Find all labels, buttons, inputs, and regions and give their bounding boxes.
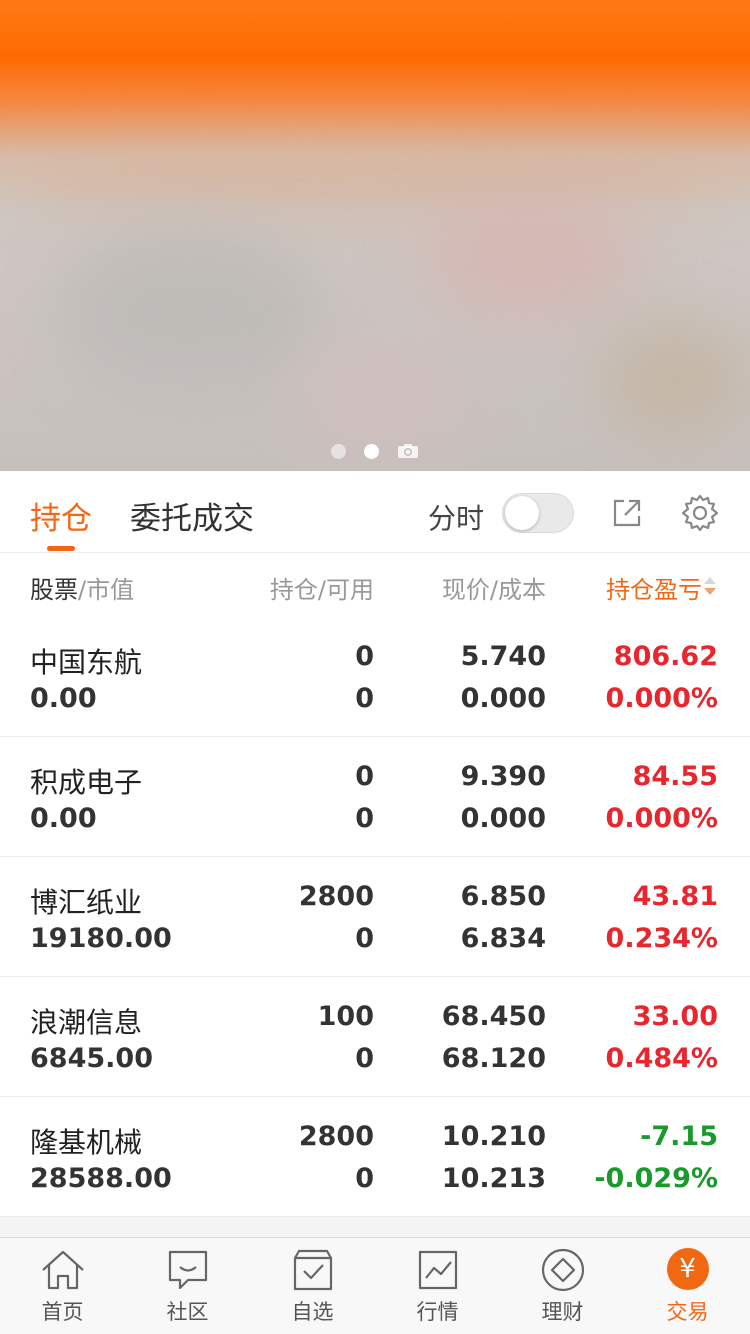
header-price: 现价/成本 bbox=[441, 576, 546, 604]
header-profit-loss[interactable]: 持仓盈亏 bbox=[606, 570, 702, 605]
current-price: 6.850 bbox=[460, 881, 546, 912]
current-price: 68.450 bbox=[441, 1001, 546, 1032]
profit-loss: -7.15 bbox=[640, 1121, 718, 1152]
diamond-icon bbox=[541, 1248, 584, 1292]
available-qty: 0 bbox=[355, 1163, 374, 1194]
banner-blur bbox=[600, 320, 750, 440]
market-value: 0.00 bbox=[30, 803, 97, 834]
home-icon bbox=[41, 1250, 84, 1290]
current-price: 10.210 bbox=[441, 1121, 546, 1152]
stock-name: 中国东航 bbox=[30, 646, 143, 679]
holding-qty: 2800 bbox=[298, 1121, 374, 1152]
tab-orders[interactable]: 委托成交 bbox=[130, 493, 254, 538]
bottom-tab-bar: 首页 社区 自选 行情 理财 ¥ 交易 bbox=[0, 1237, 750, 1334]
sort-icon[interactable] bbox=[703, 575, 717, 597]
timeshare-label: 分时 bbox=[428, 502, 485, 535]
available-qty: 0 bbox=[355, 923, 374, 954]
toggle-knob bbox=[505, 496, 539, 530]
tab-holdings[interactable]: 持仓 bbox=[30, 493, 92, 538]
profit-loss-percent: 0.000% bbox=[605, 683, 718, 714]
holding-qty: 2800 bbox=[298, 881, 374, 912]
nav-community[interactable]: 社区 bbox=[125, 1238, 250, 1334]
available-qty: 0 bbox=[355, 803, 374, 834]
yen-icon: ¥ bbox=[666, 1248, 709, 1290]
active-tab-indicator bbox=[47, 546, 75, 551]
list-bottom-spacer bbox=[0, 1217, 750, 1237]
holding-qty: 0 bbox=[355, 761, 374, 792]
nav-home[interactable]: 首页 bbox=[0, 1238, 125, 1334]
holding-row[interactable]: 博汇纸业 19180.00 2800 0 6.850 6.834 43.81 0… bbox=[0, 857, 750, 977]
carousel-pager bbox=[0, 440, 750, 462]
profit-loss: 806.62 bbox=[613, 641, 718, 672]
nav-trade[interactable]: ¥ 交易 bbox=[625, 1238, 750, 1334]
market-value: 6845.00 bbox=[30, 1043, 153, 1074]
header-market-value-label: /市值 bbox=[78, 576, 135, 604]
cost-price: 0.000 bbox=[460, 683, 546, 714]
holding-row[interactable]: 中国东航 0.00 0 0 5.740 0.000 806.62 0.000% bbox=[0, 617, 750, 737]
profit-loss-percent: -0.029% bbox=[594, 1163, 718, 1194]
chat-icon bbox=[168, 1250, 207, 1290]
banner-blur bbox=[420, 200, 640, 320]
market-value: 28588.00 bbox=[30, 1163, 172, 1194]
banner-carousel[interactable] bbox=[0, 0, 750, 471]
pager-dot[interactable] bbox=[331, 443, 346, 459]
cost-price: 0.000 bbox=[460, 803, 546, 834]
stock-name: 隆基机械 bbox=[30, 1126, 143, 1159]
profit-loss: 43.81 bbox=[632, 881, 718, 912]
chart-icon bbox=[418, 1250, 457, 1290]
cost-price: 6.834 bbox=[460, 923, 546, 954]
stock-name: 浪潮信息 bbox=[30, 1006, 143, 1039]
available-qty: 0 bbox=[355, 1043, 374, 1074]
market-value: 19180.00 bbox=[30, 923, 172, 954]
profit-loss: 84.55 bbox=[632, 761, 718, 792]
profit-loss-percent: 0.484% bbox=[605, 1043, 718, 1074]
header-stock: 股票/市值 bbox=[30, 570, 134, 605]
nav-label: 交易 bbox=[666, 1300, 709, 1324]
holding-row[interactable]: 积成电子 0.00 0 0 9.390 0.000 84.55 0.000% bbox=[0, 737, 750, 857]
pager-dot-active[interactable] bbox=[364, 443, 379, 459]
holding-row[interactable]: 隆基机械 28588.00 2800 0 10.210 10.213 -7.15… bbox=[0, 1097, 750, 1217]
position-tabs-bar: 持仓 委托成交 分时 bbox=[0, 471, 750, 553]
profit-loss-percent: 0.000% bbox=[605, 803, 718, 834]
profit-loss: 33.00 bbox=[632, 1001, 718, 1032]
current-price: 5.740 bbox=[460, 641, 546, 672]
nav-label: 自选 bbox=[291, 1300, 334, 1324]
stock-name: 积成电子 bbox=[30, 766, 143, 799]
available-qty: 0 bbox=[355, 683, 374, 714]
cost-price: 68.120 bbox=[441, 1043, 546, 1074]
cost-price: 10.213 bbox=[441, 1163, 546, 1194]
watchlist-icon bbox=[293, 1249, 332, 1291]
market-value: 0.00 bbox=[30, 683, 97, 714]
current-price: 9.390 bbox=[460, 761, 546, 792]
nav-label: 理财 bbox=[541, 1300, 584, 1324]
settings-gear-icon[interactable] bbox=[680, 493, 720, 533]
holding-row[interactable]: 浪潮信息 6845.00 100 0 68.450 68.120 33.00 0… bbox=[0, 977, 750, 1097]
nav-watchlist[interactable]: 自选 bbox=[250, 1238, 375, 1334]
banner-blur bbox=[60, 230, 320, 390]
camera-icon[interactable] bbox=[397, 443, 419, 459]
header-stock-label: 股票 bbox=[30, 576, 78, 604]
share-icon[interactable] bbox=[609, 495, 645, 531]
holdings-table-header: 股票/市值 持仓/可用 现价/成本 持仓盈亏 bbox=[0, 553, 750, 617]
stock-name: 博汇纸业 bbox=[30, 886, 143, 919]
holdings-list: 中国东航 0.00 0 0 5.740 0.000 806.62 0.000% … bbox=[0, 617, 750, 1217]
nav-label: 首页 bbox=[41, 1300, 84, 1324]
nav-label: 社区 bbox=[166, 1300, 209, 1324]
holding-qty: 0 bbox=[355, 641, 374, 672]
timeshare-toggle[interactable] bbox=[502, 493, 574, 533]
nav-market[interactable]: 行情 bbox=[375, 1238, 500, 1334]
header-holding: 持仓/可用 bbox=[269, 576, 374, 604]
nav-label: 行情 bbox=[416, 1300, 459, 1324]
nav-wealth[interactable]: 理财 bbox=[500, 1238, 625, 1334]
holding-qty: 100 bbox=[317, 1001, 374, 1032]
banner-blur bbox=[0, 150, 750, 210]
profit-loss-percent: 0.234% bbox=[605, 923, 718, 954]
